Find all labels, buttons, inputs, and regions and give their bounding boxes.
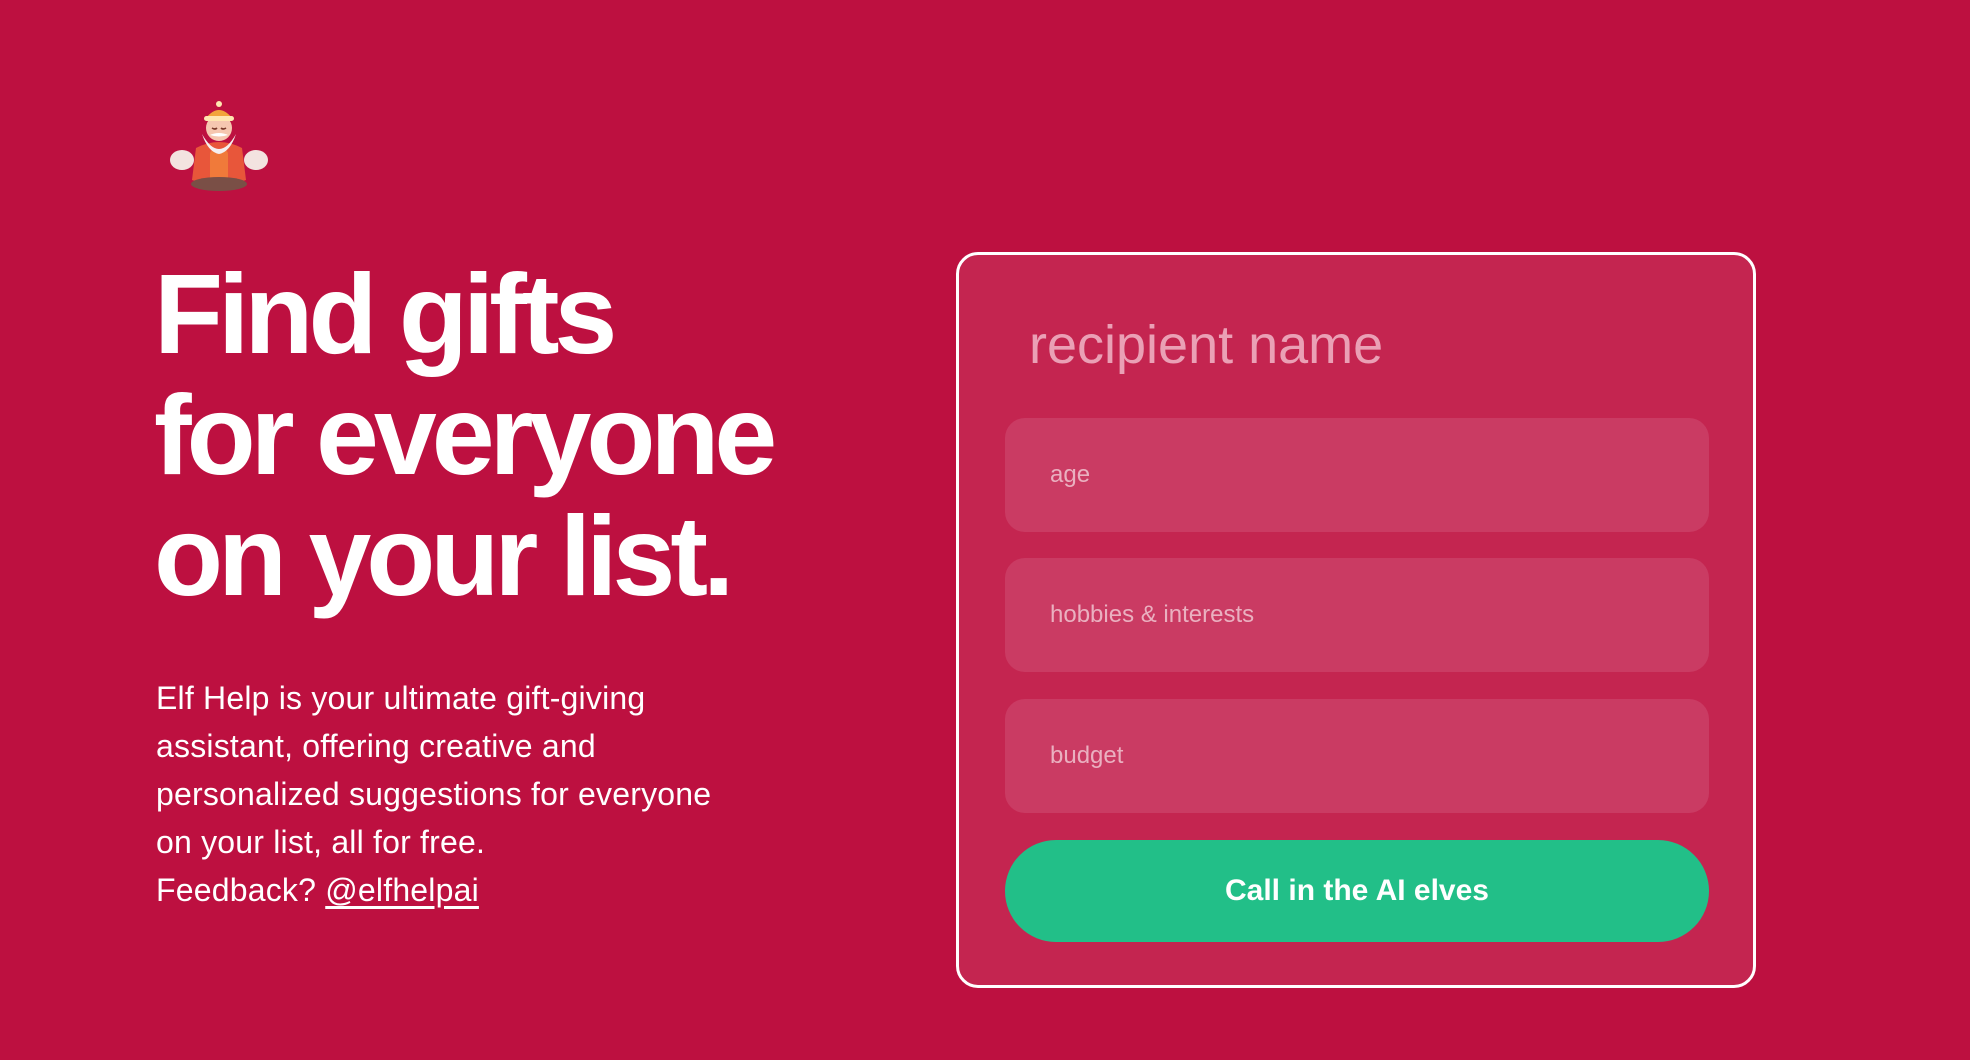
recipient-name-input[interactable] (1029, 305, 1669, 385)
hobbies-interests-input[interactable] (1005, 558, 1709, 672)
age-input[interactable] (1005, 418, 1709, 532)
headline-line: Find gifts (154, 251, 617, 377)
description-line: assistant, offering creative and (156, 728, 596, 764)
description-line: personalized suggestions for everyone (156, 776, 712, 812)
description-line: Elf Help is your ultimate gift-giving (156, 680, 646, 716)
landing-page: Find gifts for everyone on your list. El… (0, 0, 1970, 1060)
budget-input[interactable] (1005, 699, 1709, 813)
hero-headline: Find gifts for everyone on your list. (154, 254, 874, 617)
headline-line: on your list. (154, 493, 734, 619)
call-ai-elves-button[interactable]: Call in the AI elves (1005, 840, 1709, 942)
description-line: on your list, all for free. (156, 824, 486, 860)
feedback-twitter-link[interactable]: @elfhelpai (325, 872, 479, 908)
feedback-line: Feedback? @elfhelpai (156, 866, 836, 914)
elf-santa-meditating-icon[interactable] (168, 100, 270, 192)
hero-description: Elf Help is your ultimate gift-giving as… (156, 674, 836, 914)
headline-line: for everyone (154, 372, 777, 498)
gift-form: Call in the AI elves (956, 252, 1756, 988)
feedback-label: Feedback? (156, 872, 317, 908)
